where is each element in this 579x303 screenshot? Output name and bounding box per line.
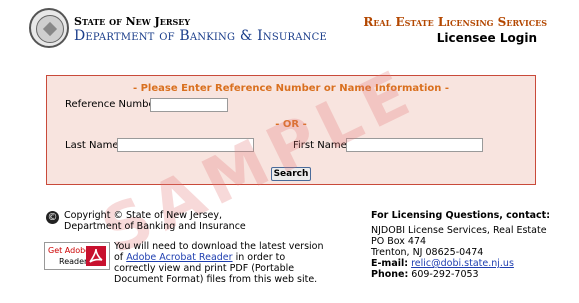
state-seal-icon	[29, 8, 69, 48]
copyright-line-2: Department of Banking and Insurance	[64, 221, 246, 232]
last-name-label: Last Name:	[65, 140, 122, 151]
last-name-input[interactable]	[117, 138, 254, 152]
contact-org: NJDOBI License Services, Real Estate	[371, 225, 547, 236]
contact-phone-row: Phone: 609-292-7053	[371, 269, 571, 280]
page-title: Licensee Login	[436, 31, 537, 45]
download-notice: You will need to download the latest ver…	[114, 241, 324, 285]
form-heading: - Please Enter Reference Number or Name …	[132, 83, 450, 94]
login-form: - Please Enter Reference Number or Name …	[46, 75, 536, 185]
seal-mark	[42, 21, 58, 37]
email-label: E-mail:	[371, 258, 409, 269]
contact-po-box: PO Box 474	[371, 236, 427, 247]
department-name: Department of Banking & Insurance	[74, 28, 327, 44]
copyright-text: Copyright © State of New Jersey, Departm…	[64, 210, 324, 232]
state-name: State of New Jersey	[74, 15, 191, 28]
reference-number-input[interactable]	[150, 98, 228, 112]
adobe-get-label: Get Adobe	[48, 246, 91, 255]
service-title: Real Estate Licensing Services	[363, 15, 547, 29]
copyright-icon: ©	[46, 211, 59, 224]
copyright-line-1: Copyright © State of New Jersey,	[64, 210, 223, 221]
adobe-reader-badge[interactable]: Get Adobe Reader	[44, 242, 110, 270]
or-separator: - OR -	[275, 119, 307, 130]
contact-block: For Licensing Questions, contact: NJDOBI…	[371, 210, 571, 280]
first-name-input[interactable]	[346, 138, 483, 152]
contact-heading: For Licensing Questions, contact:	[371, 210, 550, 221]
contact-city: Trenton, NJ 08625-0474	[371, 247, 484, 258]
phone-value: 609-292-7053	[411, 269, 479, 280]
email-link[interactable]: relic@dobi.state.nj.us	[411, 258, 514, 269]
first-name-label: First Name:	[293, 140, 351, 151]
phone-label: Phone:	[371, 269, 409, 280]
acrobat-reader-link[interactable]: Adobe Acrobat Reader	[126, 252, 232, 263]
adobe-product-label: Reader	[59, 257, 88, 266]
reference-number-label: Reference Number:	[65, 99, 162, 110]
adobe-reader-icon	[86, 246, 106, 266]
search-button[interactable]: Search	[271, 167, 311, 181]
seal-inner	[36, 15, 64, 43]
contact-email-row: E-mail: relic@dobi.state.nj.us	[371, 258, 571, 269]
